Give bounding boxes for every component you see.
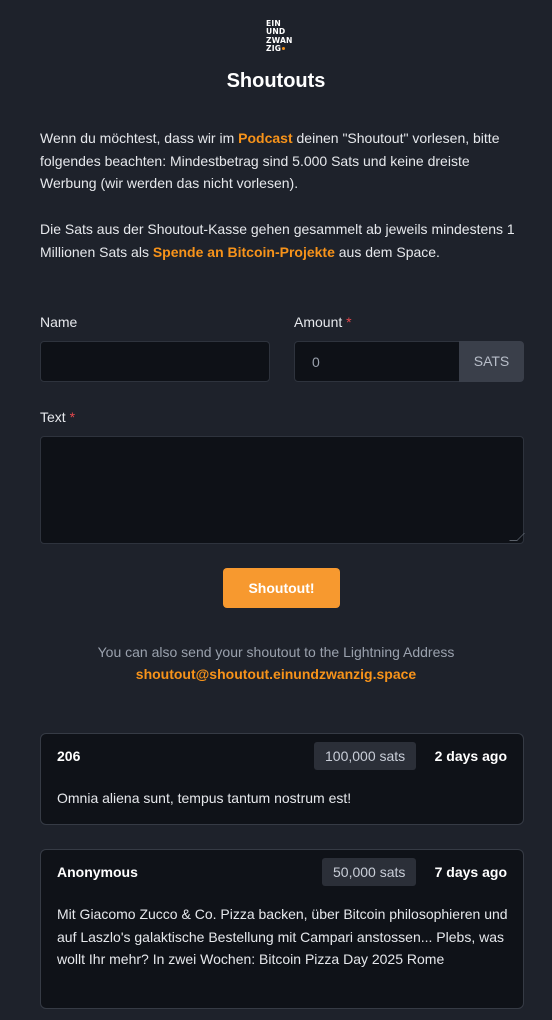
donation-link[interactable]: Spende an Bitcoin-Projekte	[153, 244, 335, 260]
text-textarea[interactable]	[40, 436, 525, 544]
podcast-link[interactable]: Podcast	[238, 130, 292, 146]
intro-paragraph-1: Wenn du möchtest, dass wir im Podcast de…	[40, 127, 520, 195]
name-label-text: Name	[40, 314, 78, 330]
shoutout-author: 206	[57, 748, 81, 764]
lightning-note: You can also send your shoutout to the L…	[0, 641, 552, 685]
intro-text: aus dem Space.	[334, 243, 440, 260]
shoutout-card: 206 100,000 sats 2 days ago Omnia aliena…	[40, 733, 524, 825]
amount-label-text: Amount	[294, 314, 343, 330]
intro-paragraph-2: Die Sats aus der Shoutout-Kasse gehen ge…	[40, 218, 520, 263]
logo-line: ZIG	[266, 44, 282, 54]
lightning-address-link[interactable]: shoutout@shoutout.einundzwanzig.space	[136, 666, 416, 682]
shoutout-time: 2 days ago	[434, 748, 507, 764]
shoutout-message: Mit Giacomo Zucco & Co. Pizza backen, üb…	[57, 906, 508, 967]
shoutout-amount-badge: 100,000 sats	[314, 742, 417, 770]
text-label: Text *	[40, 409, 75, 425]
shoutout-message: Omnia aliena sunt, tempus tantum nostrum…	[57, 790, 352, 806]
required-marker: *	[346, 314, 352, 330]
logo-dot-icon	[282, 47, 286, 51]
einundzwanzig-logo[interactable]: EIN UND ZWAN ZIG	[266, 19, 300, 54]
shoutout-time: 7 days ago	[434, 864, 507, 880]
shoutout-card: Anonymous 50,000 sats 7 days ago Mit Gia…	[40, 849, 524, 1009]
name-input[interactable]	[40, 341, 270, 382]
amount-unit-addon: SATS	[459, 341, 524, 382]
shoutout-submit-button[interactable]: Shoutout!	[223, 568, 340, 608]
name-label: Name	[40, 314, 77, 330]
amount-input[interactable]: 0	[294, 341, 460, 382]
shoutout-author: Anonymous	[57, 864, 138, 880]
required-marker: *	[69, 409, 76, 425]
page-title: Shoutouts	[226, 70, 326, 92]
shoutout-amount-badge: 50,000 sats	[322, 858, 417, 886]
lightning-note-text: You can also send your shoutout to the L…	[97, 644, 455, 660]
text-label-text: Text	[40, 409, 66, 425]
logo-line-last: ZIG	[266, 45, 300, 53]
intro-text: Wenn du möchtest, dass wir im	[40, 130, 239, 146]
resize-handle-icon[interactable]	[509, 533, 525, 541]
amount-label: Amount *	[294, 314, 352, 330]
